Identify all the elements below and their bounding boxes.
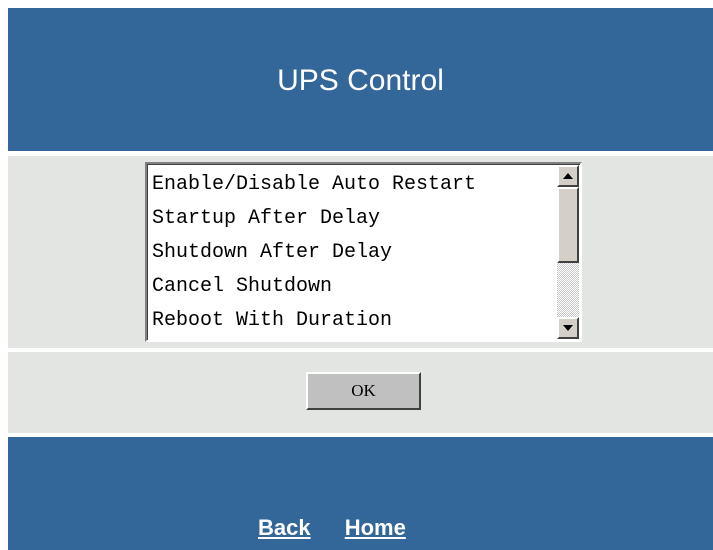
- footer-nav: Back Home: [258, 515, 434, 541]
- listbox-items: Enable/Disable Auto Restart Startup Afte…: [152, 168, 552, 338]
- ok-row: OK: [8, 352, 713, 433]
- list-item-shutdown-after-delay[interactable]: Shutdown After Delay: [152, 236, 552, 270]
- list-item-auto-restart[interactable]: Enable/Disable Auto Restart: [152, 168, 552, 202]
- home-link[interactable]: Home: [345, 515, 406, 540]
- footer-banner: Back Home: [8, 437, 713, 550]
- list-item-reboot-with-duration[interactable]: Reboot With Duration: [152, 304, 552, 338]
- scrollbar-thumb[interactable]: [557, 187, 579, 263]
- ups-control-listbox[interactable]: Enable/Disable Auto Restart Startup Afte…: [145, 162, 582, 342]
- scroll-down-button[interactable]: [557, 317, 579, 339]
- control-list-row: Enable/Disable Auto Restart Startup Afte…: [8, 156, 713, 348]
- scroll-up-button[interactable]: [557, 165, 579, 187]
- page-frame: UPS Control Enable/Disable Auto Restart …: [8, 8, 713, 550]
- ok-button[interactable]: OK: [306, 372, 421, 410]
- page-title: UPS Control: [277, 63, 444, 97]
- arrow-up-icon: [563, 173, 573, 179]
- list-item-cancel-shutdown[interactable]: Cancel Shutdown: [152, 270, 552, 304]
- header-banner: UPS Control: [8, 8, 713, 151]
- arrow-down-icon: [563, 325, 573, 331]
- back-link[interactable]: Back: [258, 515, 311, 540]
- list-item-startup-after-delay[interactable]: Startup After Delay: [152, 202, 552, 236]
- listbox-scrollbar[interactable]: [557, 165, 579, 339]
